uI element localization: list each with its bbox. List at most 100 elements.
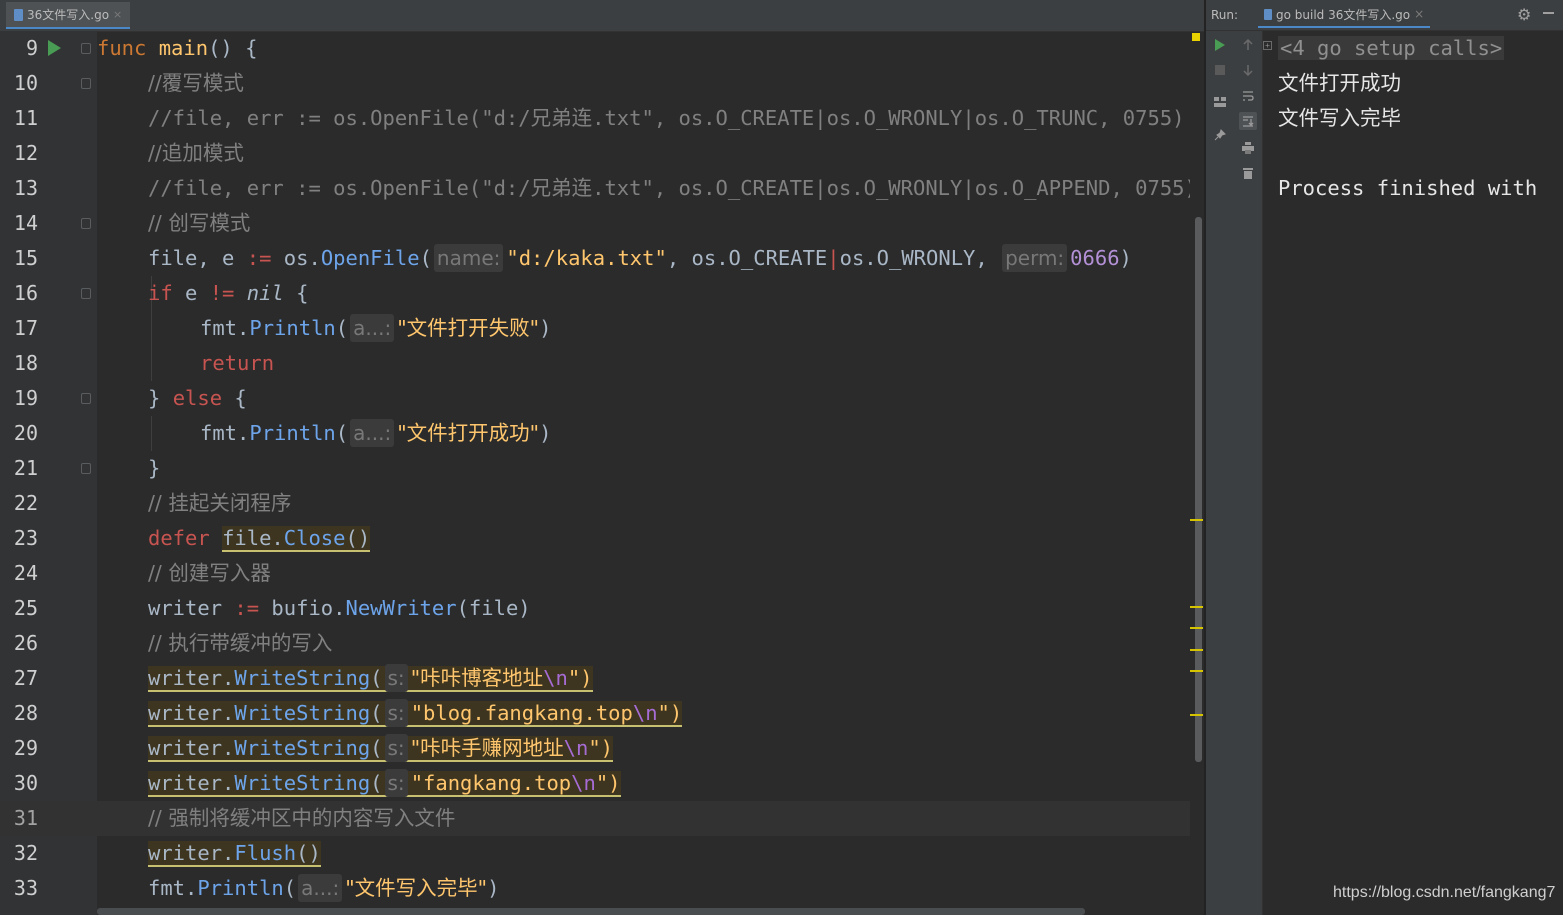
code-line[interactable]: fmt.Println(a...: "文件写入完毕") — [148, 871, 1190, 906]
code-text: (file) — [456, 596, 531, 620]
number-literal: 0666 — [1070, 246, 1120, 270]
parameter-hint: perm: — [1002, 244, 1068, 272]
tab-close-icon[interactable]: × — [113, 8, 122, 21]
code-line[interactable]: writer.WriteString(s: "咔咔手赚网地址\n") — [148, 731, 1190, 766]
code-line[interactable]: // 创写模式 — [148, 206, 1190, 241]
code-text: } — [148, 386, 173, 410]
error-stripe-mark[interactable] — [1190, 670, 1203, 672]
soft-wrap-icon — [1243, 91, 1254, 101]
pin-button[interactable] — [1211, 126, 1229, 144]
code-text: () — [296, 841, 321, 865]
code-area[interactable]: func main() { //覆写模式 //file, err := os.O… — [97, 31, 1190, 915]
code-line[interactable]: fmt.Println(a...: "文件打开成功") — [200, 416, 1190, 451]
code-line[interactable]: // 执行带缓冲的写入 — [148, 626, 1190, 661]
layout-button[interactable] — [1211, 93, 1229, 111]
code-line[interactable]: file, e := os.OpenFile(name: "d:/kaka.txt… — [148, 241, 1190, 276]
code-text: , os.O_CREATE — [666, 246, 828, 270]
string-literal: "d:/kaka.txt" — [506, 246, 667, 270]
run-gutter-icon[interactable] — [48, 40, 61, 56]
error-stripe-mark[interactable] — [1190, 519, 1203, 521]
function-call: OpenFile — [320, 246, 420, 270]
code-line[interactable]: //file, err := os.OpenFile("d:/兄弟连.txt",… — [148, 101, 1190, 136]
comment: //file, err := os.OpenFile("d:/兄弟连.txt",… — [148, 176, 1190, 200]
line-number: 19 — [13, 386, 38, 410]
comment: // 强制将缓冲区中的内容写入文件 — [148, 806, 456, 830]
code-line[interactable]: } — [148, 451, 1190, 486]
code-line[interactable]: } else { — [148, 381, 1190, 416]
scroll-to-end-button[interactable] — [1239, 112, 1257, 130]
stop-button[interactable] — [1211, 61, 1229, 79]
expand-icon[interactable]: + — [1263, 41, 1272, 50]
run-config-tab[interactable]: go build 36文件写入.go × — [1258, 2, 1431, 28]
code-line[interactable]: //覆写模式 — [148, 66, 1190, 101]
editor-tab[interactable]: 36文件写入.go × — [6, 2, 131, 29]
error-stripe-mark[interactable] — [1190, 649, 1203, 651]
string-literal: "fangkang.top — [410, 771, 572, 795]
inspection-status-icon[interactable] — [1192, 33, 1200, 41]
function-call: Close — [283, 526, 346, 550]
code-text: ) — [539, 421, 552, 445]
function-call: Println — [197, 876, 284, 900]
code-line[interactable]: //追加模式 — [148, 136, 1190, 171]
code-text: bufio. — [259, 596, 346, 620]
code-line[interactable]: //file, err := os.OpenFile("d:/兄弟连.txt",… — [148, 171, 1190, 206]
arrow-up-icon — [1243, 39, 1253, 50]
fold-icon[interactable] — [81, 78, 91, 89]
line-gutter[interactable]: 9 10 11 12 13 14 15 16 17 18 19 20 21 22… — [0, 31, 97, 915]
line-number: 27 — [13, 666, 38, 690]
indent-guide — [151, 416, 152, 451]
fold-icon[interactable] — [81, 218, 91, 229]
code-text: () { — [208, 36, 258, 60]
code-line[interactable]: if e != nil { — [148, 276, 1190, 311]
code-line[interactable]: writer.WriteString(s: "blog.fangkang.top\… — [148, 696, 1190, 731]
code-line[interactable]: return — [200, 346, 1190, 381]
scroll-up-button[interactable] — [1239, 36, 1257, 54]
line-number: 11 — [13, 106, 38, 130]
keyword: func — [97, 36, 147, 60]
clear-all-button[interactable] — [1239, 164, 1257, 182]
current-code-line[interactable]: // 强制将缓冲区中的内容写入文件 — [97, 801, 1190, 836]
error-stripe-mark[interactable] — [1190, 714, 1203, 716]
arrow-down-icon — [1243, 65, 1253, 76]
fold-icon[interactable] — [81, 463, 91, 474]
scroll-down-button[interactable] — [1239, 61, 1257, 79]
code-line[interactable]: writer := bufio.NewWriter(file) — [148, 591, 1190, 626]
operator: := — [234, 596, 260, 620]
go-file-icon — [1264, 8, 1272, 20]
error-stripe-mark[interactable] — [1190, 627, 1203, 629]
escape-sequence: \n — [632, 701, 658, 725]
rerun-button[interactable] — [1211, 36, 1229, 54]
code-line[interactable]: fmt.Println(a...: "文件打开失败") — [200, 311, 1190, 346]
print-button[interactable] — [1239, 139, 1257, 157]
soft-wrap-button[interactable] — [1239, 87, 1257, 105]
fold-icon[interactable] — [81, 43, 91, 54]
layout-icon — [1214, 97, 1226, 107]
code-text: os.O_WRONLY, — [839, 246, 1001, 270]
code-line[interactable]: writer.WriteString(s: "咔咔博客地址\n") — [148, 661, 1190, 696]
run-tab-close-icon[interactable]: × — [1414, 7, 1424, 21]
line-number: 23 — [13, 526, 38, 550]
operator: := — [246, 246, 272, 270]
code-line[interactable]: defer file.Close() — [148, 521, 1190, 556]
code-line[interactable]: // 挂起关闭程序 — [148, 486, 1190, 521]
line-number: 33 — [13, 876, 38, 900]
error-stripe-mark[interactable] — [1190, 606, 1203, 608]
fold-icon[interactable] — [81, 393, 91, 404]
vertical-scrollbar[interactable] — [1195, 217, 1202, 762]
code-line[interactable]: func main() { — [97, 31, 1190, 66]
setup-calls-fold[interactable]: <4 go setup calls> — [1278, 36, 1505, 60]
console-output[interactable]: + <4 go setup calls> 文件打开成功 文件写入完毕 Proces… — [1263, 31, 1563, 915]
parameter-hint: s: — [384, 699, 408, 727]
hide-panel-icon[interactable] — [1543, 12, 1554, 14]
play-icon — [1215, 39, 1225, 51]
code-line[interactable]: writer.WriteString(s: "fangkang.top\n") — [148, 766, 1190, 801]
code-editor[interactable]: 36文件写入.go × 9 10 11 12 13 14 15 16 17 18… — [0, 0, 1205, 915]
fold-icon[interactable] — [81, 288, 91, 299]
code-text: os. — [271, 246, 321, 270]
code-line[interactable]: // 创建写入器 — [148, 556, 1190, 591]
code-line[interactable]: writer.Flush() — [148, 836, 1190, 871]
line-number: 26 — [13, 631, 38, 655]
gear-icon[interactable]: ⚙ — [1517, 5, 1531, 24]
pin-icon — [1214, 129, 1226, 141]
horizontal-scrollbar[interactable] — [97, 908, 1085, 915]
